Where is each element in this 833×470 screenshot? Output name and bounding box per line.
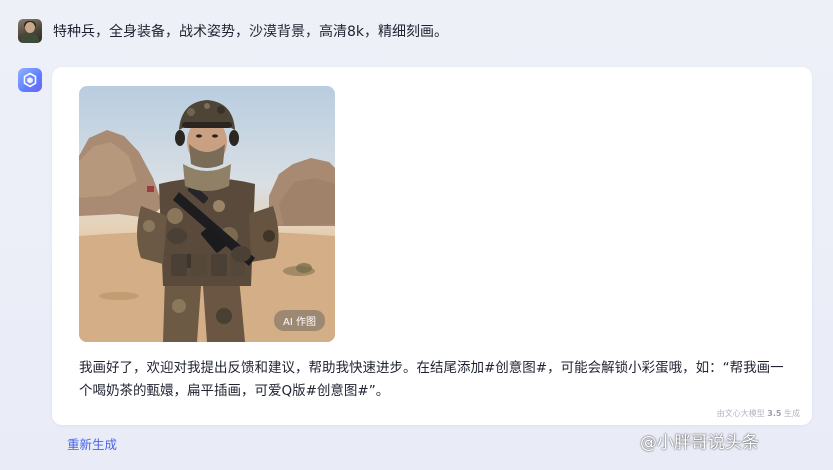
attribution-suffix: 生成 [784, 409, 800, 418]
attribution-version: 3.5 [767, 409, 782, 418]
assistant-reply-text: 我画好了，欢迎对我提出反馈和建议，帮助我快速进步。在结尾添加#创意图#，可能会解… [79, 360, 784, 399]
assistant-response-card: AI 作图 我画好了，欢迎对我提出反馈和建议，帮助我快速进步。在结尾添加#创意图… [52, 67, 812, 425]
user-message-text: 特种兵，全身装备，战术姿势，沙漠背景，高清8k，精细刻画。 [53, 24, 449, 40]
user-message-row: 特种兵，全身装备，战术姿势，沙漠背景，高清8k，精细刻画。 [18, 18, 448, 44]
attribution-prefix: 由文心大模型 [716, 409, 765, 418]
ai-image-badge: AI 作图 [274, 310, 325, 331]
assistant-avatar-icon [18, 68, 42, 92]
user-avatar [18, 19, 42, 43]
regenerate-button[interactable]: 重新生成 [67, 434, 117, 453]
generated-soldier-image[interactable]: AI 作图 [79, 86, 335, 342]
watermark-text: @小胖哥说头条 [640, 433, 759, 453]
model-attribution: 由文心大模型 3.5 生成 [717, 408, 800, 419]
